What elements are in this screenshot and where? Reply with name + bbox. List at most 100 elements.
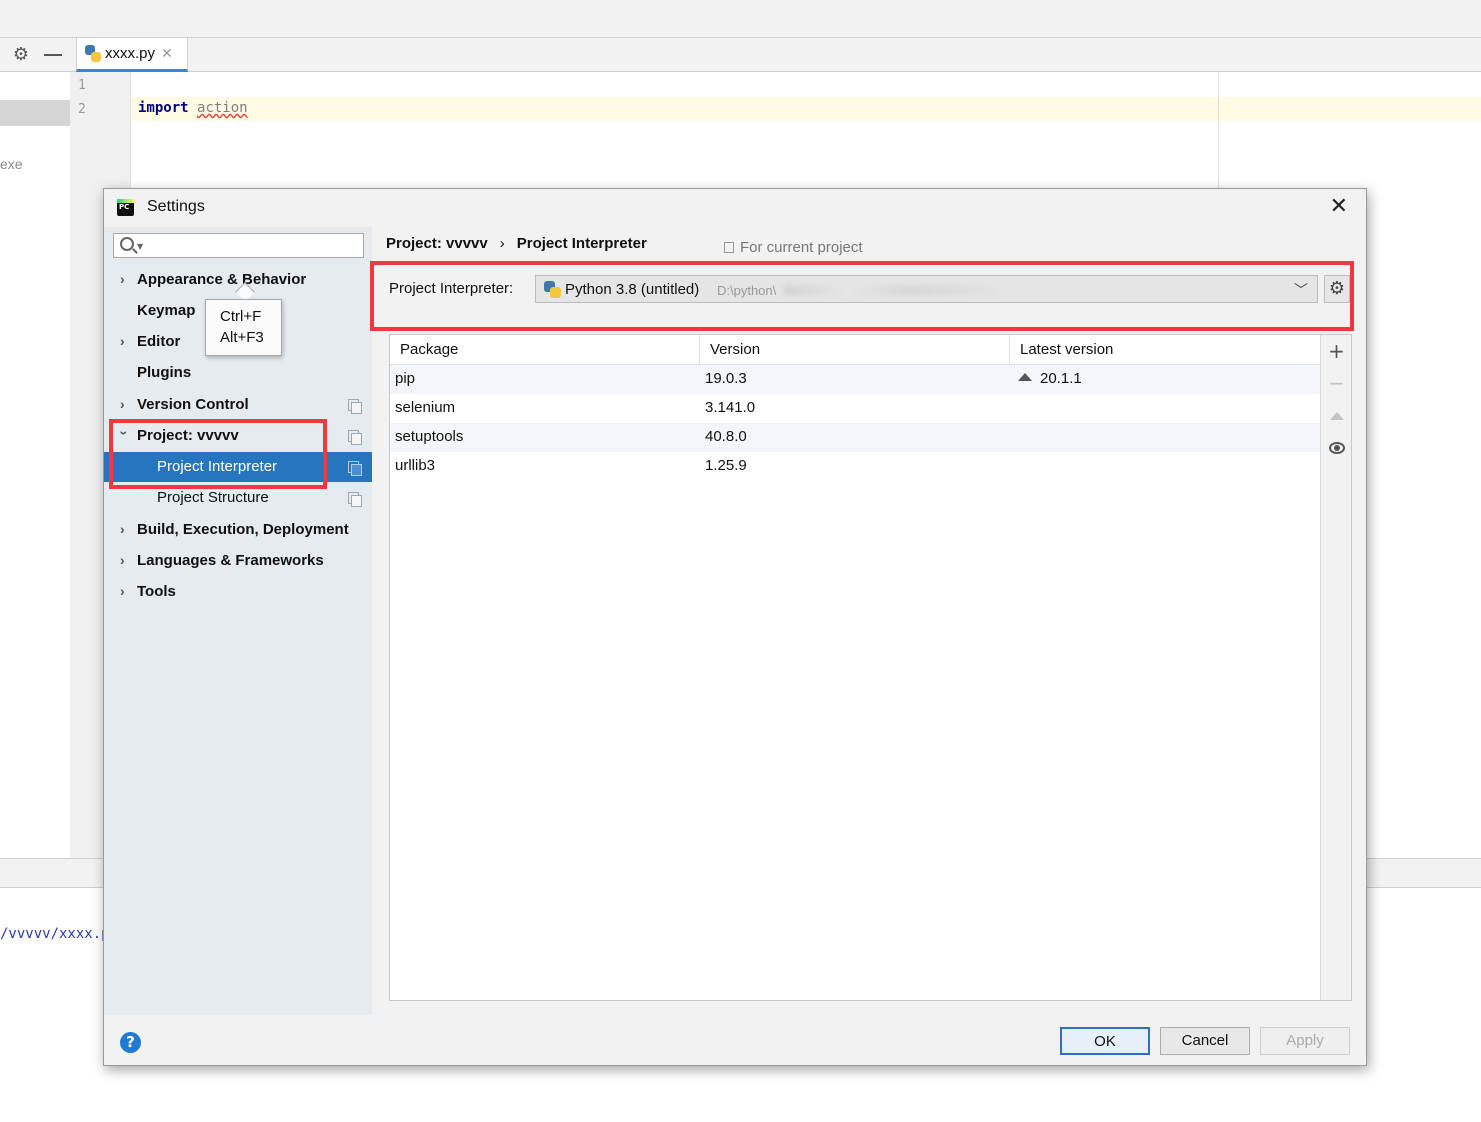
table-row[interactable]: selenium 3.141.0 xyxy=(390,394,1320,423)
gear-icon: ⚙ xyxy=(1328,278,1346,299)
sidebar-item-label: Project: vvvvv xyxy=(137,427,239,444)
chevron-right-icon[interactable]: › xyxy=(120,583,125,599)
package-name: urllib3 xyxy=(395,457,436,474)
add-package-button[interactable]: + xyxy=(1321,336,1352,366)
chevron-down-icon: ▼ xyxy=(137,242,144,251)
table-row[interactable]: urllib3 1.25.9 xyxy=(390,452,1320,481)
dialog-title: Settings xyxy=(147,198,205,215)
eye-icon[interactable] xyxy=(1329,442,1345,454)
package-table: Package Version Latest version pip 19.0.… xyxy=(389,334,1352,1001)
dialog-title-bar[interactable]: PC Settings ✕ xyxy=(104,189,1366,227)
sidebar-item-label: Keymap xyxy=(137,302,196,319)
project-tree-selection[interactable] xyxy=(0,100,70,126)
minimize-icon[interactable] xyxy=(44,54,62,56)
interpreter-settings-button[interactable]: ⚙ xyxy=(1324,275,1350,303)
gear-icon[interactable]: ⚙ xyxy=(10,44,32,66)
sidebar-item-label: Languages & Frameworks xyxy=(137,552,324,569)
chevron-right-icon[interactable]: › xyxy=(120,271,125,287)
package-version: 3.141.0 xyxy=(705,399,756,416)
column-header-package[interactable]: Package xyxy=(390,335,700,365)
for-current-project-note: For current project xyxy=(724,239,863,256)
table-row[interactable]: setuptools 40.8.0 xyxy=(390,423,1320,452)
sidebar-item-label: Plugins xyxy=(137,364,192,381)
interpreter-name: Python 3.8 (untitled) xyxy=(565,281,700,298)
ok-button[interactable]: OK xyxy=(1060,1027,1150,1055)
close-icon[interactable]: ✕ xyxy=(1330,194,1348,219)
package-name: pip xyxy=(395,370,416,387)
column-header-latest-version[interactable]: Latest version xyxy=(1010,335,1320,365)
python-file-icon xyxy=(85,44,101,63)
project-tool-window: exe xyxy=(0,72,70,884)
editor-tab-label: xxxx.py xyxy=(105,45,156,62)
tooltip-line: Ctrl+F xyxy=(220,308,262,325)
table-row[interactable]: pip 19.0.3 20.1.1 xyxy=(390,365,1320,394)
sidebar-item-tools[interactable]: › Tools xyxy=(104,577,372,607)
pycharm-logo-icon: PC xyxy=(117,199,134,216)
apply-button[interactable]: Apply xyxy=(1260,1027,1350,1055)
search-icon xyxy=(120,237,134,251)
sidebar-item-plugins[interactable]: Plugins xyxy=(104,358,372,388)
interpreter-select[interactable]: Python 3.8 (untitled) D:\python\ ﹀ xyxy=(535,275,1318,303)
project-scope-icon xyxy=(348,399,362,414)
sidebar-item-label: Version Control xyxy=(137,396,249,413)
settings-dialog: PC Settings ✕ ▼ › Appearance & Behavior … xyxy=(103,188,1367,1066)
console-path: /vvvvv/xxxx.p xyxy=(0,926,110,942)
cancel-button[interactable]: Cancel xyxy=(1160,1027,1250,1055)
sidebar-item-label: Editor xyxy=(137,333,181,350)
column-header-version[interactable]: Version xyxy=(700,335,1010,365)
interpreter-label: Project Interpreter: xyxy=(389,280,514,297)
project-scope-icon xyxy=(348,430,362,445)
for-current-project-label: For current project xyxy=(740,239,863,256)
editor-tab-xxxx-py[interactable]: xxxx.py ✕ xyxy=(76,38,188,72)
package-version: 40.8.0 xyxy=(705,428,747,445)
help-button[interactable]: ? xyxy=(120,1032,141,1053)
sidebar-item-label: Project Interpreter xyxy=(157,458,278,475)
chevron-right-icon[interactable]: › xyxy=(120,333,125,349)
chevron-right-icon[interactable]: › xyxy=(120,552,125,568)
package-name: setuptools xyxy=(395,428,464,445)
table-header: Package Version Latest version xyxy=(390,335,1320,365)
line-number: 2 xyxy=(78,102,86,117)
package-latest: 20.1.1 xyxy=(1018,370,1082,387)
interpreter-path: D:\python\ xyxy=(717,283,777,298)
ide-title-bar xyxy=(0,0,1481,38)
breadcrumb-item: Project: vvvvv xyxy=(386,235,488,252)
current-line-highlight xyxy=(131,97,1481,121)
sidebar-item-label: Appearance & Behavior xyxy=(137,271,307,288)
breadcrumb: Project: vvvvv › Project Interpreter xyxy=(386,235,647,252)
close-icon[interactable]: ✕ xyxy=(161,45,173,62)
package-version: 1.25.9 xyxy=(705,457,747,474)
package-actions-toolbar: + − xyxy=(1320,335,1351,1000)
sidebar-item-languages-frameworks[interactable]: › Languages & Frameworks xyxy=(104,546,372,576)
python-icon xyxy=(544,281,562,299)
package-version: 19.0.3 xyxy=(705,370,747,387)
settings-sidebar: ▼ › Appearance & Behavior Keymap › Edito… xyxy=(104,227,372,1015)
sidebar-item-project-structure[interactable]: Project Structure xyxy=(104,483,372,513)
ide-editor-tab-bar: ⚙ xxxx.py ✕ xyxy=(0,38,1481,72)
chevron-down-icon[interactable]: › xyxy=(116,431,132,436)
sidebar-item-label: Build, Execution, Deployment xyxy=(137,521,349,538)
sidebar-item-label: Tools xyxy=(137,583,176,600)
chevron-right-icon[interactable]: › xyxy=(120,521,125,537)
project-scope-icon xyxy=(348,492,362,507)
code-keyword: import xyxy=(138,100,189,116)
chevron-down-icon[interactable]: ﹀ xyxy=(1294,280,1308,300)
sidebar-item-project-interpreter[interactable]: Project Interpreter xyxy=(104,452,372,482)
sidebar-item-project[interactable]: › Project: vvvvv xyxy=(104,421,372,451)
package-name: selenium xyxy=(395,399,456,416)
latest-version-value: 20.1.1 xyxy=(1040,370,1082,387)
code-line: import action xyxy=(138,100,248,116)
redacted-path xyxy=(784,285,994,296)
project-tree-fragment: exe xyxy=(0,156,23,172)
project-scope-icon xyxy=(348,461,362,476)
project-scope-icon xyxy=(724,242,734,253)
upgrade-arrow-icon xyxy=(1018,373,1032,381)
sidebar-item-version-control[interactable]: › Version Control xyxy=(104,390,372,420)
upgrade-package-button[interactable] xyxy=(1330,412,1344,420)
remove-package-button[interactable]: − xyxy=(1321,368,1352,398)
chevron-right-icon[interactable]: › xyxy=(120,396,125,412)
sidebar-item-build-execution-deployment[interactable]: › Build, Execution, Deployment xyxy=(104,515,372,545)
tooltip-line: Alt+F3 xyxy=(220,329,264,346)
settings-search-input[interactable]: ▼ xyxy=(113,233,364,258)
breadcrumb-separator: › xyxy=(499,235,505,252)
